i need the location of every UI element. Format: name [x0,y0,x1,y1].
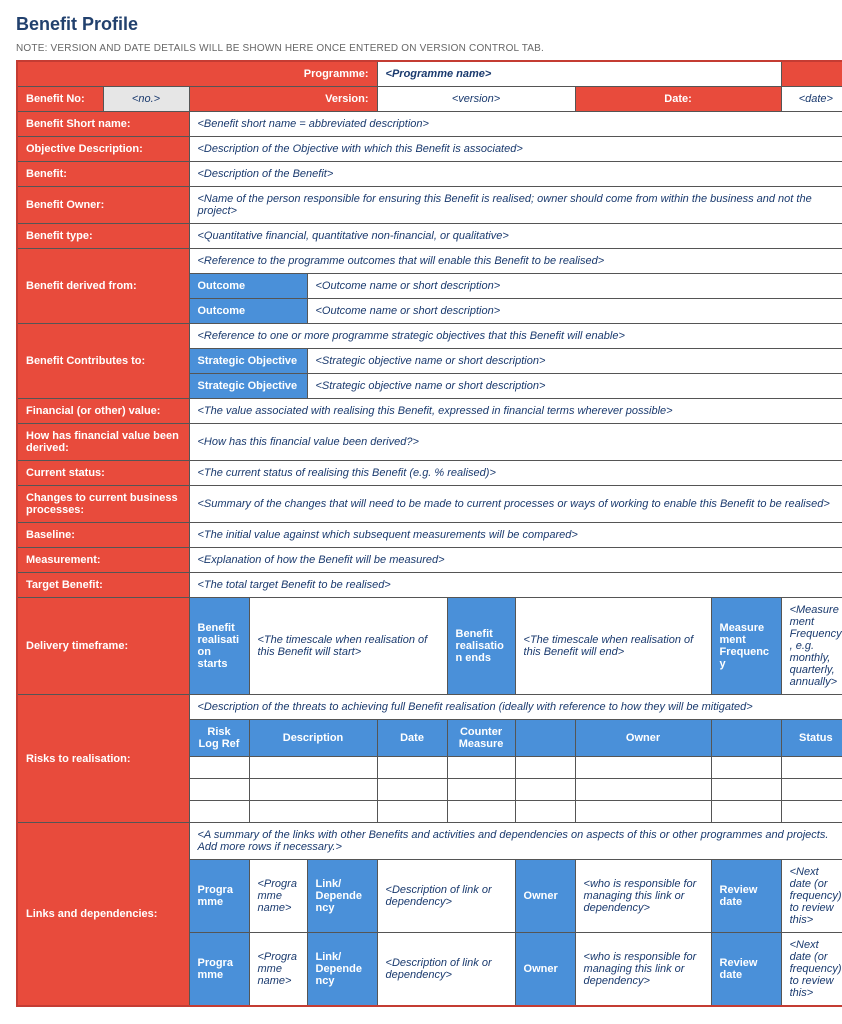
links-link-label: Link/ Dependency [307,860,377,933]
target-value[interactable]: <The total target Benefit to be realised… [189,573,842,598]
risks-label: Risks to realisation: [17,695,189,823]
financial-value-value[interactable]: <The value associated with realising thi… [189,399,842,424]
objective-value[interactable]: <Description of the Objective with which… [189,137,842,162]
short-name-value[interactable]: <Benefit short name = abbreviated descri… [189,112,842,137]
risk-col-counter: Counter Measure [447,720,515,757]
delivery-start-value[interactable]: <The timescale when realisation of this … [249,598,447,695]
delivery-end-label: Benefit realisation ends [447,598,515,695]
delivery-label: Delivery timeframe: [17,598,189,695]
risk-col-status: Status [781,720,842,757]
financial-derived-value[interactable]: <How has this financial value been deriv… [189,424,842,461]
links-programme-label: Programme [189,933,249,1007]
type-label: Benefit type: [17,224,189,249]
benefit-label: Benefit: [17,162,189,187]
risks-desc[interactable]: <Description of the threats to achieving… [189,695,842,720]
short-name-label: Benefit Short name: [17,112,189,137]
delivery-start-label: Benefit realisation starts [189,598,249,695]
links-review-label: Review date [711,860,781,933]
version-value[interactable]: <version> [377,87,575,112]
links-link-value[interactable]: <Description of link or dependency> [377,933,515,1007]
date-value[interactable]: <date> [781,87,842,112]
type-value[interactable]: <Quantitative financial, quantitative no… [189,224,842,249]
links-link-label: Link/ Dependency [307,933,377,1007]
status-label: Current status: [17,461,189,486]
programme-value[interactable]: <Programme name> [377,61,781,87]
delivery-end-value[interactable]: <The timescale when realisation of this … [515,598,711,695]
links-owner-value[interactable]: <who is responsible for managing this li… [575,860,711,933]
contributes-desc[interactable]: <Reference to one or more programme stra… [189,324,842,349]
target-label: Target Benefit: [17,573,189,598]
benefit-no-value[interactable]: <no.> [103,87,189,112]
changes-value[interactable]: <Summary of the changes that will need t… [189,486,842,523]
delivery-freq-label: Measurement Frequency [711,598,781,695]
measurement-label: Measurement: [17,548,189,573]
status-value[interactable]: <The current status of realising this Be… [189,461,842,486]
outcome-value-2[interactable]: <Outcome name or short description> [307,299,842,324]
version-note: NOTE: VERSION AND DATE DETAILS WILL BE S… [16,43,826,54]
contributes-label: Benefit Contributes to: [17,324,189,399]
risk-col-description: Description [249,720,377,757]
financial-derived-label: How has financial value been derived: [17,424,189,461]
risk-col-blank2 [711,720,781,757]
date-label: Date: [575,87,781,112]
so-value-2[interactable]: <Strategic objective name or short descr… [307,374,842,399]
delivery-freq-value[interactable]: <Measurement Frequency, e.g. monthly, qu… [781,598,842,695]
benefit-profile-table: Programme: <Programme name> Benefit No: … [16,60,842,1007]
links-review-value[interactable]: <Next date (or frequency) to review this… [781,860,842,933]
links-programme-label: Programme [189,860,249,933]
links-programme-value[interactable]: <Programme name> [249,860,307,933]
links-review-value[interactable]: <Next date (or frequency) to review this… [781,933,842,1007]
outcome-label-1: Outcome [189,274,307,299]
risk-col-owner: Owner [575,720,711,757]
objective-label: Objective Description: [17,137,189,162]
so-value-1[interactable]: <Strategic objective name or short descr… [307,349,842,374]
links-owner-label: Owner [515,933,575,1007]
benefit-no-label: Benefit No: [17,87,103,112]
links-owner-label: Owner [515,860,575,933]
so-label-2: Strategic Objective [189,374,307,399]
links-review-label: Review date [711,933,781,1007]
owner-value[interactable]: <Name of the person responsible for ensu… [189,187,842,224]
derived-label: Benefit derived from: [17,249,189,324]
so-label-1: Strategic Objective [189,349,307,374]
risk-col-date: Date [377,720,447,757]
changes-label: Changes to current business processes: [17,486,189,523]
links-desc[interactable]: <A summary of the links with other Benef… [189,823,842,860]
baseline-label: Baseline: [17,523,189,548]
derived-desc[interactable]: <Reference to the programme outcomes tha… [189,249,842,274]
outcome-label-2: Outcome [189,299,307,324]
benefit-value[interactable]: <Description of the Benefit> [189,162,842,187]
page-title: Benefit Profile [16,14,826,35]
links-label: Links and dependencies: [17,823,189,1007]
measurement-value[interactable]: <Explanation of how the Benefit will be … [189,548,842,573]
risk-col-ref: Risk Log Ref [189,720,249,757]
outcome-value-1[interactable]: <Outcome name or short description> [307,274,842,299]
programme-spacer [781,61,842,87]
financial-value-label: Financial (or other) value: [17,399,189,424]
owner-label: Benefit Owner: [17,187,189,224]
links-owner-value[interactable]: <who is responsible for managing this li… [575,933,711,1007]
links-link-value[interactable]: <Description of link or dependency> [377,860,515,933]
risk-col-blank1 [515,720,575,757]
links-programme-value[interactable]: <Programme name> [249,933,307,1007]
version-label: Version: [189,87,377,112]
programme-label: Programme: [17,61,377,87]
baseline-value[interactable]: <The initial value against which subsequ… [189,523,842,548]
